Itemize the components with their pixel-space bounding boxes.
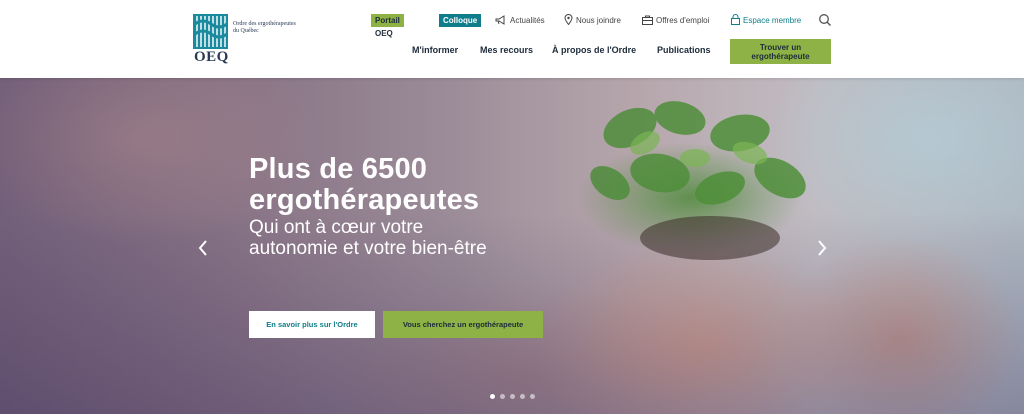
portail-oeq-link[interactable]: Portail OEQ — [371, 14, 404, 38]
carousel-dot-5[interactable] — [530, 394, 535, 399]
logo-mark-icon — [193, 14, 228, 49]
nav-a-propos[interactable]: À propos de l'Ordre — [552, 45, 636, 57]
chevron-right-icon — [818, 240, 827, 256]
megaphone-icon — [495, 15, 505, 25]
location-pin-icon — [564, 14, 573, 26]
offres-emploi-link[interactable]: Offres d'emploi — [642, 14, 709, 27]
nav-mes-recours[interactable]: Mes recours — [480, 45, 533, 57]
offres-emploi-label: Offres d'emploi — [656, 16, 710, 25]
search-button[interactable] — [818, 13, 832, 27]
carousel-dot-1[interactable] — [490, 394, 495, 399]
nous-joindre-label: Nous joindre — [576, 16, 621, 25]
hero-subtitle: Qui ont à cœur votre autonomie et votre … — [249, 217, 487, 259]
colloque-link[interactable]: Colloque — [439, 14, 482, 27]
site-header: Ordre des ergothérapeutes du Québec OEQ … — [0, 0, 1024, 78]
carousel-prev-button[interactable] — [196, 238, 210, 258]
logo-acronym: OEQ — [194, 49, 229, 65]
hero-carousel: Plus de 6500 ergothérapeutes Qui ont à c… — [0, 78, 1024, 414]
carousel-dot-4[interactable] — [520, 394, 525, 399]
carousel-next-button[interactable] — [815, 238, 829, 258]
search-ergotherapist-button[interactable]: Vous cherchez un ergothérapeute — [383, 311, 543, 338]
hero-title: Plus de 6500 ergothérapeutes — [249, 153, 480, 216]
find-ergotherapist-button[interactable]: Trouver un ergothérapeute — [730, 39, 831, 64]
espace-membre-label: Espace membre — [743, 16, 802, 25]
nav-m-informer[interactable]: M'informer — [412, 45, 458, 57]
nous-joindre-link[interactable]: Nous joindre — [564, 14, 621, 27]
carousel-dot-3[interactable] — [510, 394, 515, 399]
nav-publications[interactable]: Publications — [657, 45, 711, 57]
learn-about-order-button[interactable]: En savoir plus sur l'Ordre — [249, 311, 375, 338]
chevron-left-icon — [198, 240, 207, 256]
carousel-dot-2[interactable] — [500, 394, 505, 399]
actualites-link[interactable]: Actualités — [495, 14, 545, 27]
lock-icon — [731, 14, 740, 25]
logo-tagline: Ordre des ergothérapeutes du Québec — [233, 21, 296, 34]
actualites-label: Actualités — [510, 16, 545, 25]
espace-membre-link[interactable]: Espace membre — [731, 14, 801, 27]
site-logo[interactable]: Ordre des ergothérapeutes du Québec OEQ — [193, 14, 296, 66]
search-icon — [819, 14, 831, 26]
briefcase-icon — [642, 15, 653, 25]
hero-overlay — [0, 78, 1024, 414]
